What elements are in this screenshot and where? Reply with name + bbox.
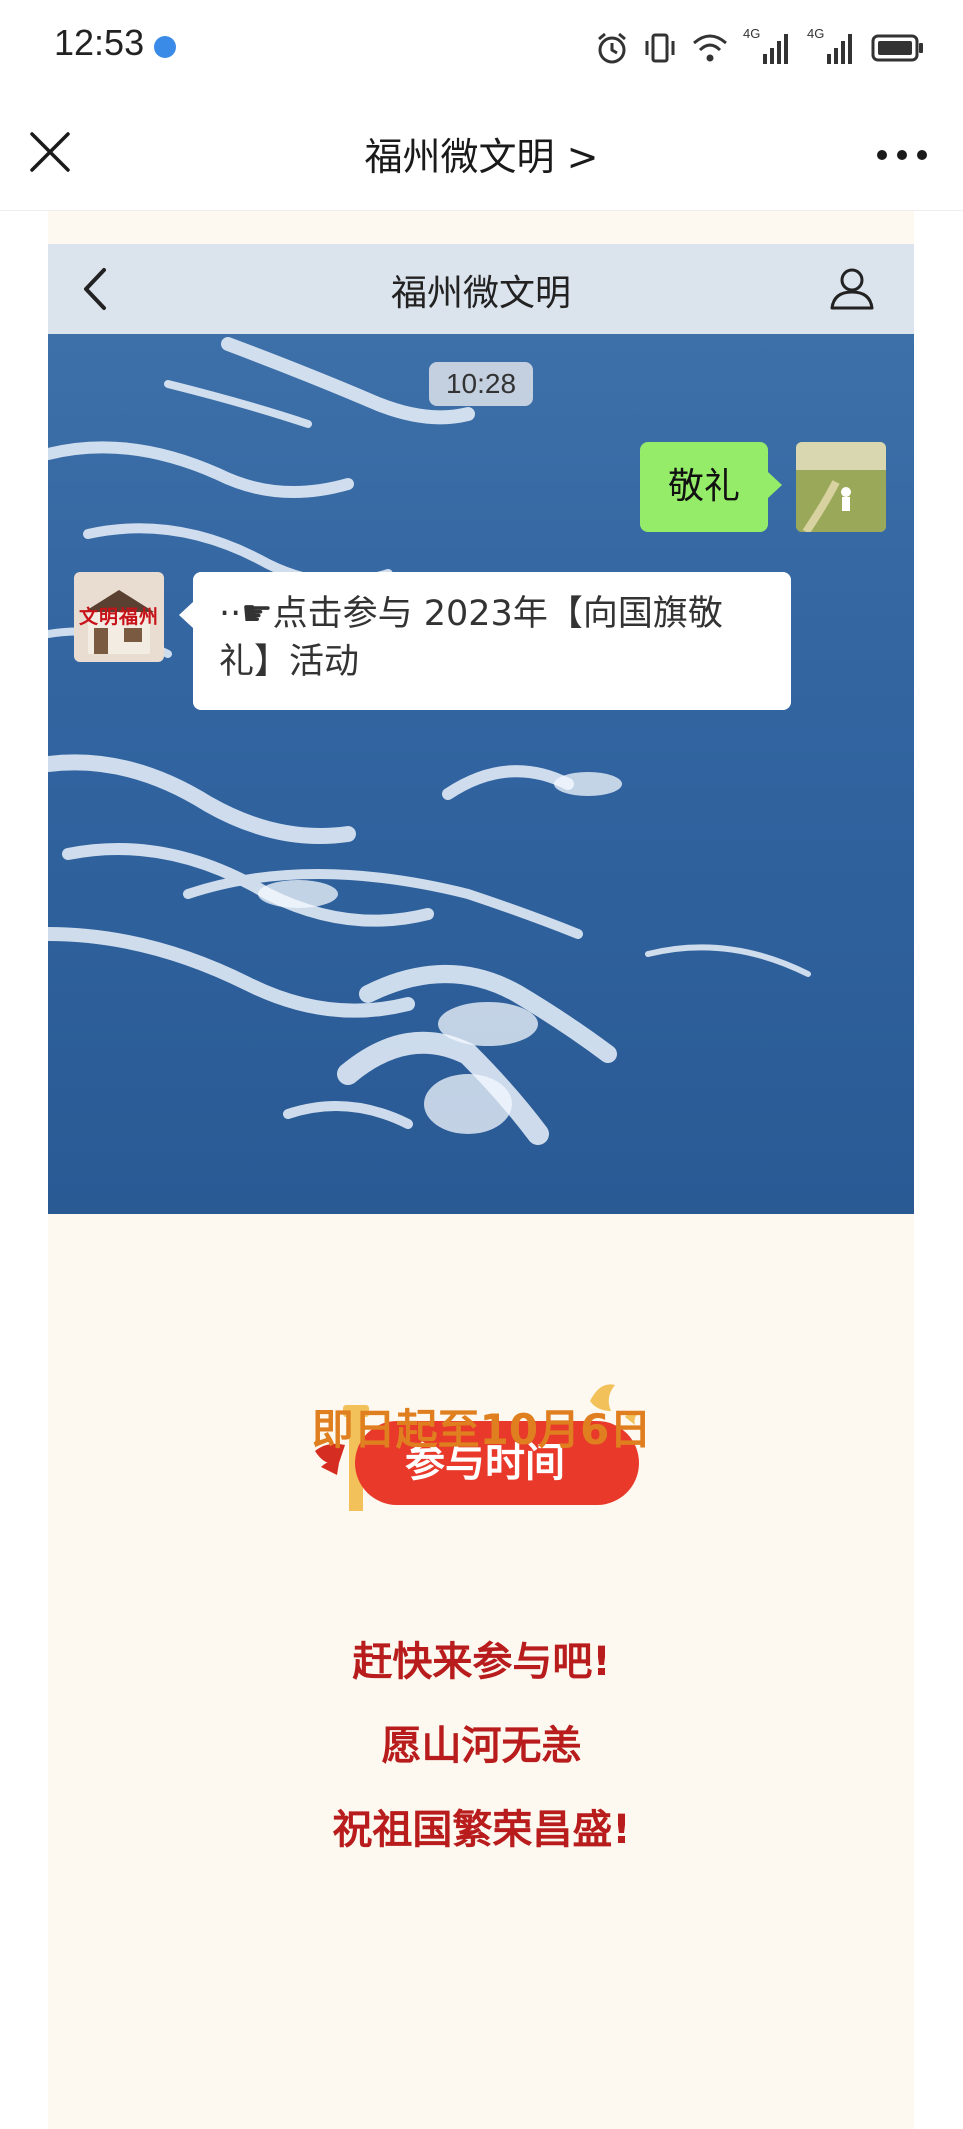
- chat-title: 福州微文明: [390, 273, 571, 314]
- ocean-waves-background: [48, 334, 914, 1214]
- chat-screenshot-image: 福州微文明 10:28 敬礼 文明福州 ··☛点击参与 2023年【向国旗敬礼】…: [48, 244, 914, 1214]
- article-body: 福州微文明 10:28 敬礼 文明福州 ··☛点击参与 2023年【向国旗敬礼】…: [0, 211, 963, 2129]
- battery-icon: [871, 34, 923, 62]
- official-account-avatar: 文明福州: [74, 572, 164, 662]
- vibrate-icon: [645, 33, 675, 63]
- status-time: 12:53: [54, 22, 145, 63]
- signal-2-icon: 4G: [807, 26, 857, 66]
- account-title-link[interactable]: 福州微文明 >: [0, 126, 963, 181]
- avatar-logo-text: 文明福州: [78, 606, 159, 628]
- sent-message-bubble: 敬礼: [640, 442, 782, 532]
- location-dot-icon: [154, 36, 176, 58]
- status-bar: 12:53 4G 4G: [0, 0, 963, 96]
- chat-header: 福州微文明: [48, 244, 914, 334]
- event-date-range: 即日起至10月6日: [311, 1405, 652, 1454]
- slogan-line-1: 赶快来参与吧!: [352, 1639, 611, 1685]
- status-icons: 4G 4G: [595, 26, 925, 68]
- top-nav-bar: 福州微文明 >: [0, 96, 963, 211]
- user-profile-icon: [830, 268, 874, 310]
- chat-timestamp: 10:28: [429, 362, 533, 406]
- received-message-bubble: ··☛点击参与 2023年【向国旗敬礼】活动: [179, 572, 791, 710]
- user-avatar: [796, 442, 886, 532]
- slogan-line-2: 愿山河无恙: [381, 1723, 582, 1769]
- more-options-icon[interactable]: [877, 150, 927, 160]
- alarm-icon: [598, 32, 626, 64]
- slogan-line-3: 祝祖国繁荣昌盛!: [332, 1807, 631, 1853]
- signal-1-icon: 4G: [743, 26, 793, 66]
- wifi-icon: [693, 34, 727, 62]
